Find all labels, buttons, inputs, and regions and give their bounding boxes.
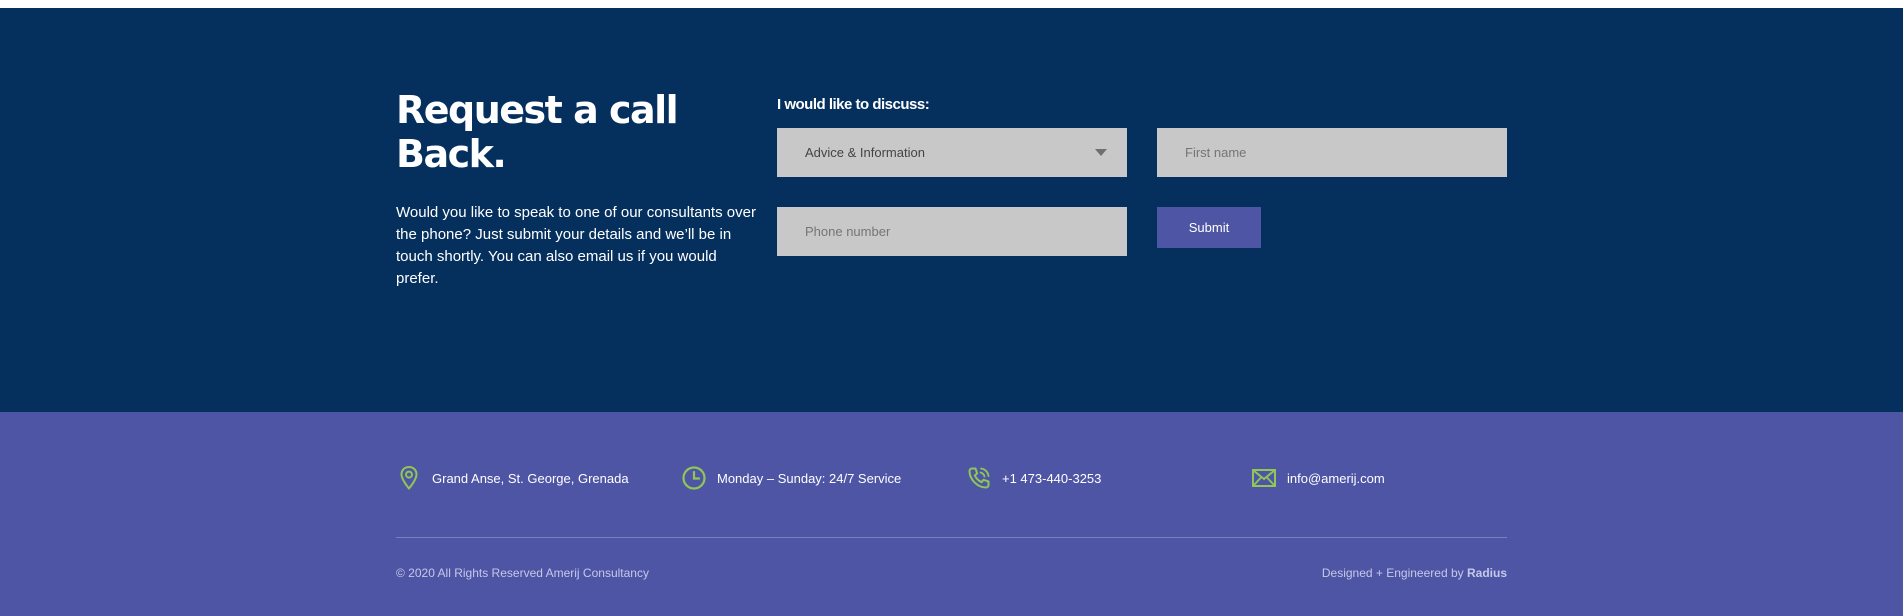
phone-icon bbox=[966, 465, 992, 491]
credits-brand-link[interactable]: Radius bbox=[1467, 566, 1507, 580]
page: Request a call Back. Would you like to s… bbox=[0, 0, 1903, 616]
address-text: Grand Anse, St. George, Grenada bbox=[432, 470, 629, 486]
clock-icon bbox=[681, 465, 707, 491]
contact-hours: Monday – Sunday: 24/7 Service bbox=[681, 465, 901, 491]
topic-select[interactable]: Advice & Information bbox=[777, 128, 1127, 177]
credits-text: Designed + Engineered by Radius bbox=[1322, 566, 1507, 580]
credits-prefix: Designed + Engineered by bbox=[1321, 566, 1464, 580]
phone-text: +1 473-440-3253 bbox=[1002, 470, 1102, 486]
callback-intro-text: Would you like to speak to one of our co… bbox=[396, 204, 756, 287]
site-footer bbox=[0, 412, 1903, 616]
submit-button[interactable]: Submit bbox=[1157, 207, 1261, 248]
discuss-label: I would like to discuss: bbox=[777, 96, 930, 113]
footer-divider bbox=[396, 537, 1507, 538]
contact-phone[interactable]: +1 473-440-3253 bbox=[966, 465, 1101, 491]
chevron-down-icon bbox=[1095, 149, 1107, 156]
mail-icon bbox=[1251, 465, 1277, 491]
contact-email[interactable]: info@amerij.com bbox=[1251, 465, 1385, 491]
map-pin-icon bbox=[396, 465, 422, 491]
phone-number-input[interactable] bbox=[777, 207, 1127, 256]
copyright-text: © 2020 All Rights Reserved Amerij Consul… bbox=[396, 566, 649, 580]
callback-heading: Request a call Back. bbox=[396, 88, 679, 176]
first-name-input[interactable] bbox=[1157, 128, 1507, 177]
email-text: info@amerij.com bbox=[1287, 470, 1385, 486]
topic-select-value: Advice & Information bbox=[805, 145, 925, 160]
hours-text: Monday – Sunday: 24/7 Service bbox=[717, 470, 902, 486]
contact-address: Grand Anse, St. George, Grenada bbox=[396, 465, 629, 491]
